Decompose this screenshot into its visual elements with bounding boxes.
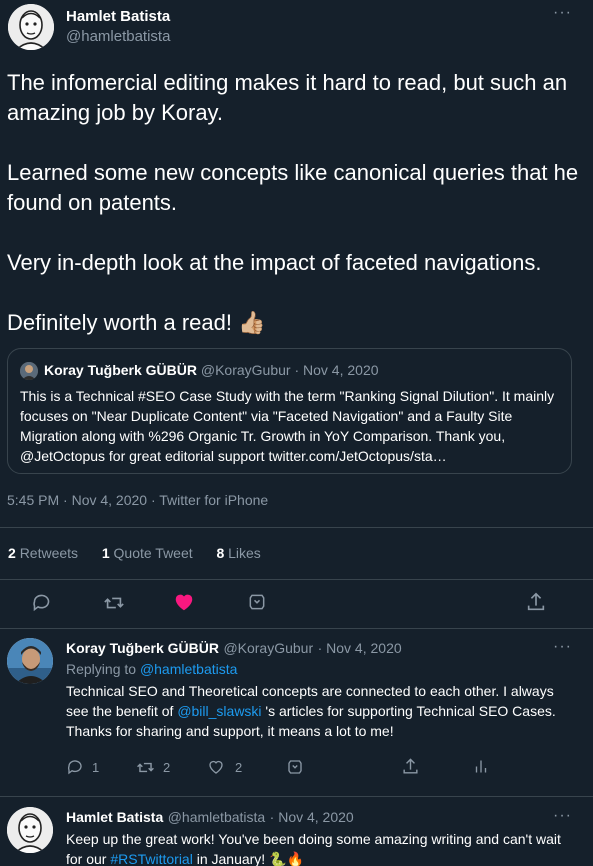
share-icon[interactable] <box>401 757 420 776</box>
reply-count: 1 <box>92 759 100 775</box>
likes-stat[interactable]: 8 Likes <box>216 545 260 561</box>
quote-tweets-stat[interactable]: 1 Quote Tweet <box>102 545 197 561</box>
more-icon[interactable]: ··· <box>553 4 572 22</box>
quote-tweet-card[interactable]: Koray Tuğberk GÜBÜR @KorayGubur · Nov 4,… <box>7 348 572 474</box>
quote-author-name: Koray Tuğberk GÜBÜR <box>44 362 197 378</box>
more-icon[interactable]: ··· <box>553 638 572 656</box>
reply-avatar[interactable] <box>7 807 53 853</box>
retweets-stat[interactable]: 2 Retweets <box>8 545 82 561</box>
author-handle[interactable]: @hamletbatista <box>66 28 170 45</box>
like-count: 2 <box>235 759 243 775</box>
tweet-paragraph: Learned some new concepts like canonical… <box>7 160 579 215</box>
tweet-stats: 2 Retweets 1 Quote Tweet 8 Likes <box>8 545 261 561</box>
author-avatar[interactable] <box>8 4 54 50</box>
tweet-paragraph: Very in-depth look at the impact of face… <box>7 250 542 275</box>
heart-icon <box>209 760 223 774</box>
divider <box>0 796 593 797</box>
like-action[interactable]: 2 <box>207 758 242 776</box>
reply-author-name[interactable]: Koray Tuğberk GÜBÜR <box>66 640 219 656</box>
analytics-icon[interactable] <box>472 757 490 776</box>
heart-icon[interactable] <box>173 591 195 613</box>
author-name[interactable]: Hamlet Batista <box>66 8 170 25</box>
share-icon[interactable] <box>525 591 547 613</box>
divider <box>0 628 593 629</box>
reply-action[interactable]: 1 <box>66 758 99 776</box>
replying-to-handle[interactable]: @hamletbatista <box>140 661 237 677</box>
thumbs-up-emoji: 👍🏼 <box>238 310 266 335</box>
retweet-count: 2 <box>163 760 171 775</box>
retweet-icon[interactable] <box>103 592 125 614</box>
replying-to-label: Replying to <box>66 661 137 677</box>
reply-date[interactable]: · Nov 4, 2020 <box>318 640 402 656</box>
bookmark-icon[interactable] <box>247 592 267 612</box>
reply-author-handle[interactable]: @KorayGubur <box>223 640 313 656</box>
mention-link[interactable]: @bill_slawski <box>177 703 261 719</box>
bookmark-icon[interactable] <box>286 758 304 776</box>
reply-author-name[interactable]: Hamlet Batista <box>66 809 163 825</box>
divider <box>0 579 593 580</box>
retweet-icon <box>137 762 154 773</box>
snake-fire-emoji: 🐍🔥 <box>269 851 304 866</box>
quote-author-avatar <box>20 362 38 380</box>
reply-author-handle[interactable]: @hamletbatista <box>168 809 265 825</box>
tweet-paragraph: The infomercial editing makes it hard to… <box>7 70 568 125</box>
quote-text: This is a Technical #SEO Case Study with… <box>20 388 555 464</box>
reply-text: Technical SEO and Theoretical concepts a… <box>66 683 556 739</box>
reply-avatar[interactable] <box>7 638 53 684</box>
tweet-body: The infomercial editing makes it hard to… <box>7 68 582 338</box>
quote-date: · Nov 4, 2020 <box>294 362 379 378</box>
reply-icon <box>67 760 82 775</box>
retweet-action[interactable]: 2 <box>136 758 170 777</box>
reply-icon[interactable] <box>31 592 52 613</box>
more-icon[interactable]: ··· <box>553 807 572 825</box>
reply-date[interactable]: · Nov 4, 2020 <box>270 809 354 825</box>
tweet-paragraph: Definitely worth a read! 👍🏼 <box>7 310 266 335</box>
quote-author-handle: @KorayGubur <box>200 362 291 378</box>
divider <box>0 527 593 528</box>
reply-text: Keep up the great work! You've been doin… <box>66 831 561 866</box>
tweet-timestamp[interactable]: 5:45 PM · Nov 4, 2020 · Twitter for iPho… <box>7 492 268 508</box>
hashtag-link[interactable]: #RSTwittorial <box>110 851 192 866</box>
